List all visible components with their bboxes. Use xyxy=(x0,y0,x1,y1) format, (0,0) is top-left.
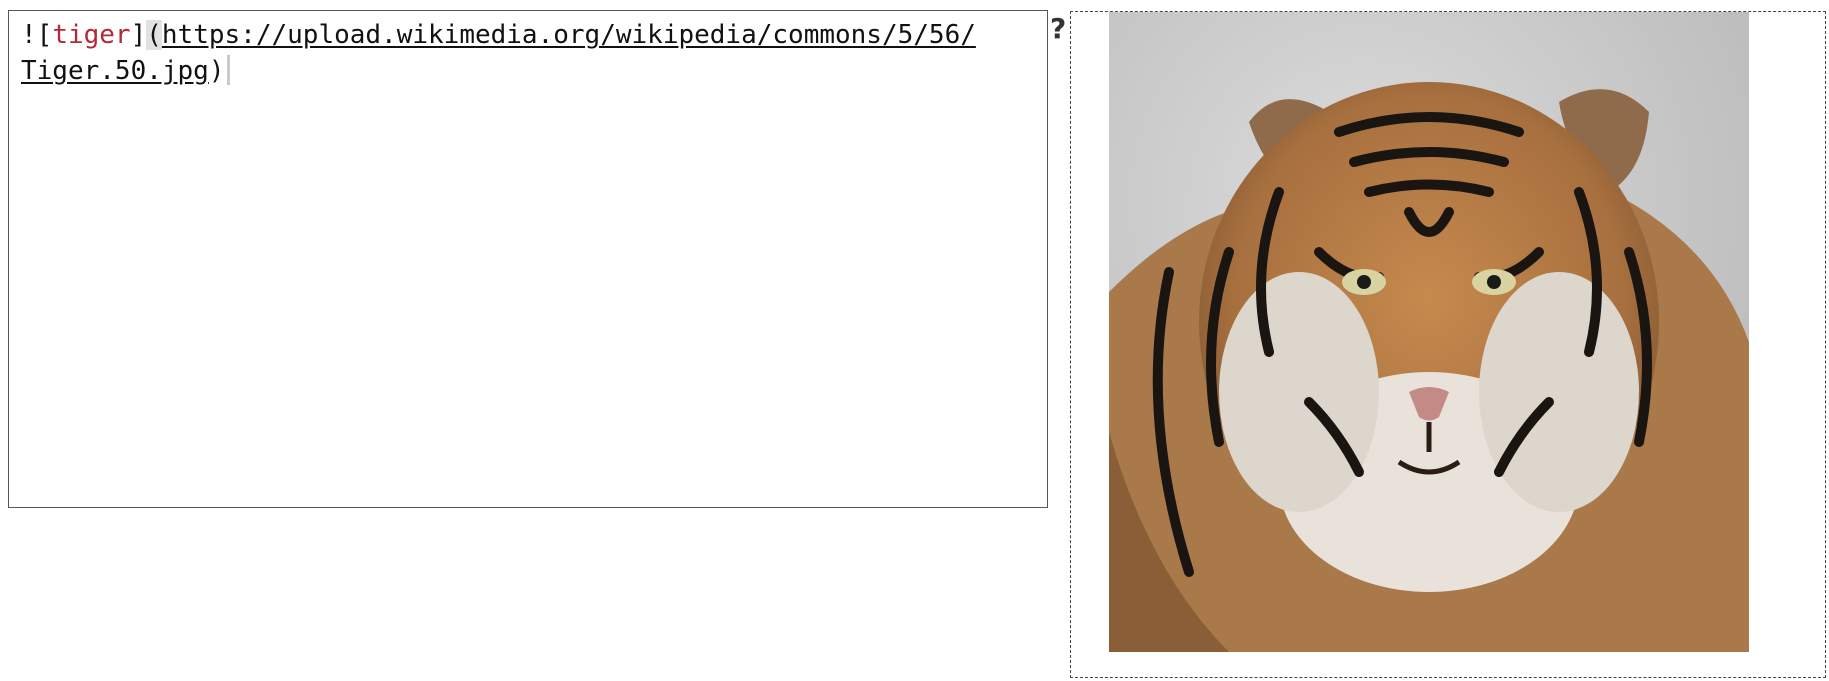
help-button[interactable]: ? xyxy=(1050,12,1066,45)
markdown-editor[interactable]: ![tiger](https://upload.wikimedia.org/wi… xyxy=(8,10,1048,508)
tiger-image xyxy=(1109,12,1749,652)
image-url-part2[interactable]: Tiger.50.jpg xyxy=(21,56,209,86)
url-close-paren: ) xyxy=(208,56,225,86)
editor-text[interactable]: ![tiger](https://upload.wikimedia.org/wi… xyxy=(21,17,1036,89)
text-cursor xyxy=(226,55,230,85)
markdown-preview xyxy=(1070,11,1826,678)
url-open-paren: ( xyxy=(146,20,162,50)
alt-text: tiger xyxy=(52,20,131,50)
alt-open-bracket: [ xyxy=(36,20,53,50)
alt-close-bracket: ] xyxy=(130,20,147,50)
image-bang: ! xyxy=(21,20,37,50)
image-url-part1[interactable]: https://upload.wikimedia.org/wikipedia/c… xyxy=(162,20,976,50)
